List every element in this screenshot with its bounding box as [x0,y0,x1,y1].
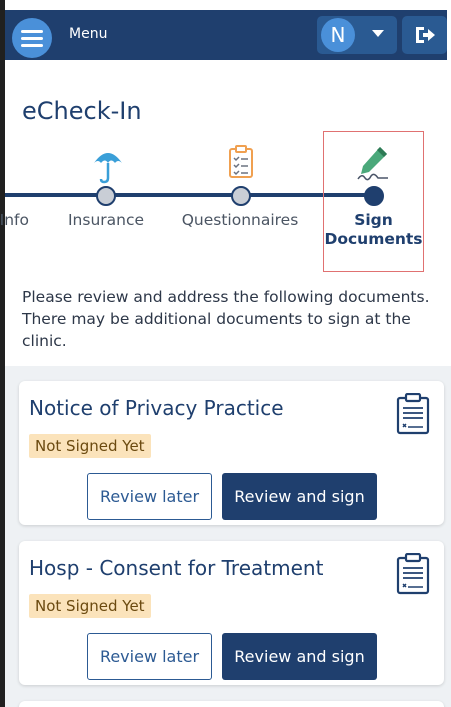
review-and-sign-button[interactable]: Review and sign [222,633,377,680]
status-badge: Not Signed Yet [29,594,151,618]
document-title: Hosp - Consent for Treatment [29,556,324,580]
review-later-button[interactable]: Review later [87,473,212,520]
user-avatar[interactable]: N [321,18,355,52]
status-badge: Not Signed Yet [29,434,151,458]
chevron-down-icon[interactable] [372,30,384,37]
logout-icon [415,27,435,43]
clipboard-document-icon [396,553,430,595]
review-and-sign-button[interactable]: Review and sign [222,473,377,520]
clipboard-checklist-icon [229,145,253,178]
umbrella-icon [94,153,122,184]
document-card: Notice of Privacy Practice Not Signed Ye… [19,381,444,525]
page-title: eCheck-In [22,97,142,125]
current-step-highlight [323,131,424,272]
document-card: Hosp - Consent for Treatment Not Signed … [19,541,444,685]
step-node-questionnaires[interactable] [231,186,251,206]
menu-label[interactable]: Menu [69,26,107,42]
logout-button[interactable] [402,16,447,54]
hamburger-icon [21,26,43,51]
clipboard-document-icon [396,393,430,435]
document-card-next [19,701,444,707]
review-later-button[interactable]: Review later [87,633,212,680]
top-bar: Menu N [5,10,447,60]
app-screen: Menu N eCheck-In Info Insurance Question… [0,0,451,707]
document-title: Notice of Privacy Practice [29,396,284,420]
step-node-insurance[interactable] [96,186,116,206]
menu-button[interactable] [12,18,52,58]
instructions-text: Please review and address the following … [22,288,430,350]
step-label-info[interactable]: Info [0,211,29,229]
step-label-questionnaires[interactable]: Questionnaires [178,211,302,229]
step-label-insurance[interactable]: Insurance [56,211,156,229]
